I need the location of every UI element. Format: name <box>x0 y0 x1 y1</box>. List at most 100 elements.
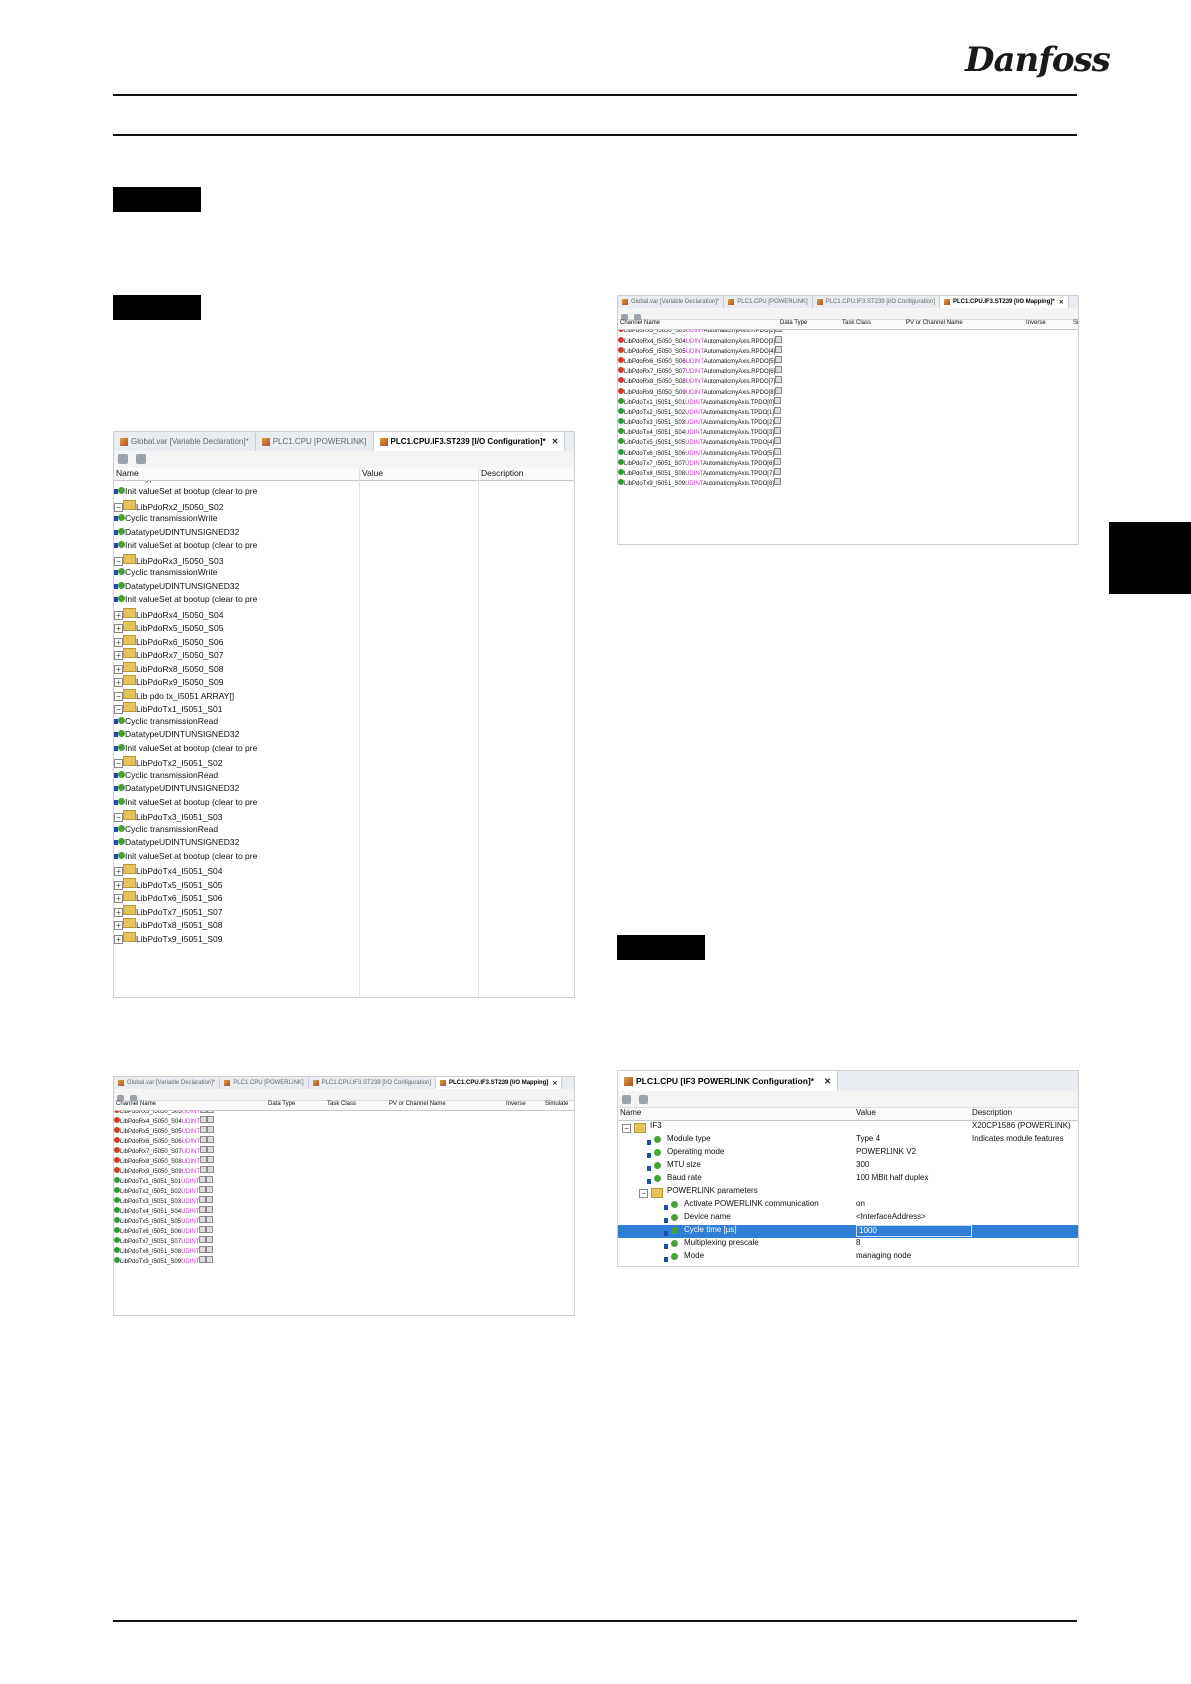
table-row[interactable]: Cyclic transmissionRead <box>114 824 574 838</box>
col-task-class[interactable]: Task Class <box>842 320 871 326</box>
cycle-time-input[interactable]: 1000 <box>856 1225 972 1237</box>
col-channel-name[interactable]: Channel Name <box>620 320 660 326</box>
simulate-checkbox[interactable] <box>206 1226 214 1233</box>
inverse-checkbox[interactable] <box>775 376 783 384</box>
expand-icon[interactable]: + <box>114 637 123 647</box>
table-row[interactable]: LibPdoRx5_I5050_S05UDINTAutomaticmyAxis.… <box>618 345 1078 356</box>
table-row[interactable]: LibPdoTx8_I5051_S08UDINTAutomaticmyAxis.… <box>618 468 1078 478</box>
toolbar-button-icon[interactable] <box>118 454 128 464</box>
table-row[interactable]: Init valueSet at bootup (clear to pre <box>114 851 574 865</box>
simulate-checkbox[interactable] <box>207 1126 215 1133</box>
table-row[interactable]: DatatypeUDINTUNSIGNED32 <box>114 837 574 851</box>
inverse-checkbox[interactable] <box>773 406 781 414</box>
inverse-checkbox[interactable] <box>773 468 781 475</box>
table-row[interactable]: LibPdoRx4_I5050_S04UDINT <box>114 1116 574 1126</box>
table-row[interactable]: LibPdoTx9_I5051_S09UDINT <box>114 1256 574 1266</box>
table-row[interactable]: LibPdoTx7_I5051_S07UDINTAutomaticmyAxis.… <box>618 457 1078 468</box>
table-row[interactable]: LibPdoRx5_I5050_S05UDINT <box>114 1126 574 1136</box>
collapse-icon[interactable]: − <box>114 502 123 512</box>
table-row[interactable]: Init valueSet at bootup (clear to pre <box>114 743 574 757</box>
tab-plc-powerlink[interactable]: PLC1.CPU [POWERLINK] <box>256 432 374 451</box>
collapse-icon[interactable]: − <box>639 1189 648 1198</box>
inverse-checkbox[interactable] <box>775 355 783 363</box>
table-row[interactable]: + LibPdoRx7_I5050_S07 <box>114 648 574 662</box>
simulate-checkbox[interactable] <box>206 1196 214 1203</box>
table-row[interactable]: LibPdoTx5_I5051_S05UDINT <box>114 1216 574 1226</box>
table-row[interactable]: Cyclic transmissionWrite <box>114 513 574 527</box>
table-row[interactable]: LibPdoTx4_I5051_S04UDINT <box>114 1206 574 1216</box>
table-row[interactable]: Init valueSet at bootup (clear to pre <box>114 540 574 554</box>
table-row[interactable]: Init valueSet at bootup (clear to pre <box>114 594 574 608</box>
table-row[interactable]: Operating mode POWERLINK V2 <box>618 1147 1078 1160</box>
table-row[interactable]: − IF3 X20CP1586 (POWERLINK) <box>618 1121 1078 1134</box>
simulate-checkbox[interactable] <box>206 1246 214 1253</box>
simulate-checkbox[interactable] <box>206 1236 214 1243</box>
col-channel-name[interactable]: Channel Name <box>116 1101 156 1107</box>
expand-icon[interactable]: + <box>114 867 123 876</box>
tab-global-var[interactable]: Global.var [Variable Declaration]* <box>618 296 725 308</box>
simulate-checkbox[interactable] <box>207 1136 215 1143</box>
table-row[interactable]: LibPdoTx2_I5051_S02UDINT <box>114 1186 574 1196</box>
inverse-checkbox[interactable] <box>199 1206 207 1213</box>
expand-icon[interactable]: + <box>114 678 123 687</box>
inverse-checkbox[interactable] <box>200 1166 208 1173</box>
inverse-checkbox[interactable] <box>199 1226 207 1233</box>
table-row[interactable]: + LibPdoRx6_I5050_S06 <box>114 634 574 649</box>
inverse-checkbox[interactable] <box>199 1246 207 1253</box>
col-pv-channel-name[interactable]: PV or Channel Name <box>906 320 963 326</box>
table-row[interactable]: LibPdoRx9_I5050_S09UDINT <box>114 1166 574 1176</box>
table-row[interactable]: LibPdoRx8_I5050_S08UDINTAutomaticmyAxis.… <box>618 376 1078 386</box>
inverse-checkbox[interactable] <box>775 366 783 374</box>
table-row[interactable]: LibPdoTx3_I5051_S03UDINT <box>114 1196 574 1206</box>
inverse-checkbox[interactable] <box>199 1196 207 1203</box>
table-row[interactable]: LibPdoTx1_I5051_S01UDINT <box>114 1176 574 1186</box>
table-row[interactable]: + LibPdoTx6_I5051_S06 <box>114 891 574 905</box>
inverse-checkbox[interactable] <box>775 345 783 353</box>
collapse-icon[interactable]: − <box>114 705 123 714</box>
tab-plc-powerlink[interactable]: PLC1.CPU [POWERLINK] <box>220 1077 309 1089</box>
table-row[interactable]: LibPdoTx6_I5051_S06UDINT <box>114 1226 574 1236</box>
expand-icon[interactable]: + <box>114 907 123 917</box>
table-row[interactable]: + LibPdoTx8_I5051_S08 <box>114 918 574 932</box>
simulate-checkbox[interactable] <box>206 1256 214 1263</box>
close-icon[interactable]: ✕ <box>552 1080 557 1087</box>
expand-icon[interactable]: + <box>114 610 123 620</box>
close-icon[interactable]: ✕ <box>552 437 559 446</box>
tab-global-var[interactable]: Global.var [Variable Declaration]* <box>114 432 256 451</box>
simulate-checkbox[interactable] <box>206 1176 214 1183</box>
table-row[interactable]: LibPdoTx6_I5051_S06UDINTAutomaticmyAxis.… <box>618 447 1078 458</box>
table-row[interactable]: + LibPdoTx9_I5051_S09 <box>114 931 574 946</box>
table-row[interactable]: LibPdoRx6_I5050_S06UDINTAutomaticmyAxis.… <box>618 355 1078 366</box>
table-row[interactable]: − LibPdoRx3_I5050_S03 <box>114 553 574 568</box>
table-row[interactable]: LibPdoRx6_I5050_S06UDINT <box>114 1136 574 1146</box>
table-row[interactable]: LibPdoRx4_I5050_S04UDINTAutomaticmyAxis.… <box>618 335 1078 346</box>
close-icon[interactable]: ✕ <box>1059 299 1064 306</box>
table-row[interactable]: LibPdoRx8_I5050_S08UDINT <box>114 1156 574 1166</box>
col-name[interactable]: Name <box>116 468 139 478</box>
inverse-checkbox[interactable] <box>200 1116 208 1123</box>
close-icon[interactable]: ✕ <box>824 1076 831 1087</box>
table-row[interactable]: MTU size 300 <box>618 1160 1078 1173</box>
toolbar-button-icon[interactable] <box>639 1095 649 1104</box>
table-row[interactable]: + LibPdoTx7_I5051_S07 <box>114 904 574 919</box>
table-row[interactable]: LibPdoRx7_I5050_S07UDINTAutomaticmyAxis.… <box>618 366 1078 376</box>
tab-io-configuration[interactable]: PLC1.CPU.IF3.ST239 [I/O Configuration] <box>813 296 941 308</box>
expand-icon[interactable]: + <box>114 880 123 890</box>
inverse-checkbox[interactable] <box>773 457 781 465</box>
table-row[interactable]: LibPdoTx7_I5051_S07UDINT <box>114 1236 574 1246</box>
simulate-checkbox[interactable] <box>207 1156 215 1163</box>
inverse-checkbox[interactable] <box>775 335 783 343</box>
table-row[interactable]: − LibPdoTx3_I5051_S03 <box>114 810 574 824</box>
col-inverse[interactable]: Inverse <box>1026 320 1046 326</box>
col-value[interactable]: Value <box>362 468 383 478</box>
tab-powerlink-configuration[interactable]: PLC1.CPU [IF3 POWERLINK Configuration]* ✕ <box>618 1071 839 1091</box>
col-data-type[interactable]: Data Type <box>780 320 807 326</box>
inverse-checkbox[interactable] <box>200 1156 208 1163</box>
collapse-icon[interactable]: − <box>114 813 123 822</box>
collapse-icon[interactable]: − <box>622 1124 631 1133</box>
simulate-checkbox[interactable] <box>206 1186 214 1193</box>
simulate-checkbox[interactable] <box>206 1206 214 1213</box>
inverse-checkbox[interactable] <box>773 417 781 425</box>
table-row[interactable]: LibPdoTx3_I5051_S03UDINTAutomaticmyAxis.… <box>618 417 1078 427</box>
tab-io-mapping[interactable]: PLC1.CPU.IF3.ST239 [I/O Mapping] ✕ <box>436 1077 563 1089</box>
